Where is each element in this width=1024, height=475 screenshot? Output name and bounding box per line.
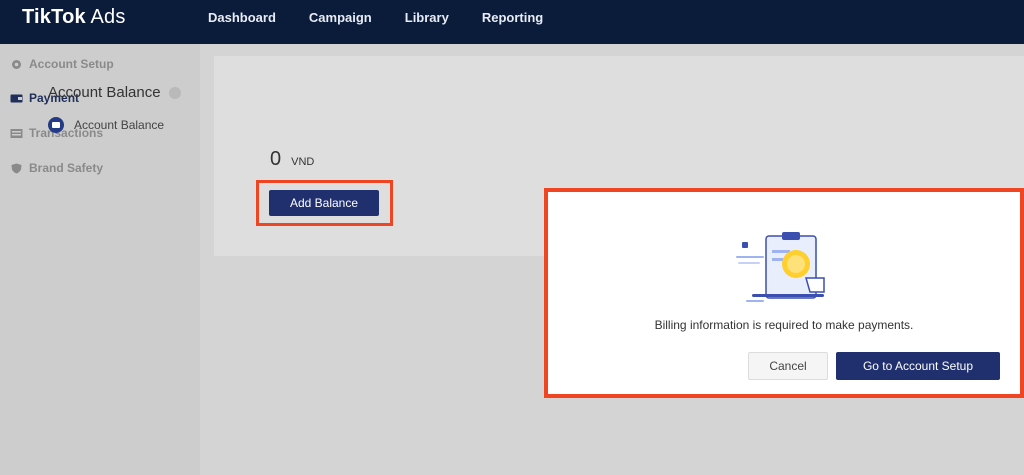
add-balance-button[interactable]: Add Balance [269, 190, 379, 216]
sidebar-item-brand-safety[interactable]: Brand Safety [10, 161, 103, 175]
gear-icon [12, 59, 21, 69]
nav-dashboard[interactable]: Dashboard [208, 10, 276, 25]
sidebar-item-label: Account Setup [29, 57, 114, 71]
balance-amount: 0 [270, 148, 282, 170]
balance-option[interactable]: Account Balance [48, 117, 164, 133]
info-icon[interactable] [168, 86, 181, 99]
top-navigation-bar: TikTok Ads Dashboard Campaign Library Re… [0, 0, 1024, 44]
billing-document-illustration-icon [736, 232, 825, 302]
balance-currency: VND [291, 156, 315, 168]
cancel-button[interactable]: Cancel [748, 352, 828, 380]
nav-library[interactable]: Library [405, 10, 449, 25]
billing-required-modal: Billing information is required to make … [544, 188, 1024, 398]
go-to-account-setup-button[interactable]: Go to Account Setup [836, 352, 1000, 380]
account-balance-title: Account Balance [48, 84, 161, 101]
sidebar-item-label: Brand Safety [29, 161, 104, 175]
nav-reporting[interactable]: Reporting [482, 10, 543, 25]
page-title: Account Balance [48, 84, 181, 101]
sidebar-item-account-setup[interactable]: Account Setup [10, 57, 114, 71]
sidebar: Account Setup Payment Transactions Brand… [0, 44, 200, 475]
wallet-radio-icon[interactable] [48, 117, 64, 133]
list-icon [10, 128, 23, 138]
shield-icon [11, 163, 22, 173]
tiktok-ads-logo[interactable]: TikTok Ads [22, 6, 126, 29]
balance-amount-row: 0 VND [270, 148, 314, 171]
main-nav: Dashboard Campaign Library Reporting [208, 10, 576, 25]
wallet-icon [10, 94, 23, 102]
add-balance-highlight: Add Balance [256, 180, 393, 226]
logo-product: Ads [90, 6, 126, 28]
billing-message: Billing information is required to make … [654, 318, 914, 332]
balance-option-label: Account Balance [74, 118, 165, 132]
nav-campaign[interactable]: Campaign [309, 10, 372, 25]
logo-brand: TikTok [22, 6, 86, 28]
